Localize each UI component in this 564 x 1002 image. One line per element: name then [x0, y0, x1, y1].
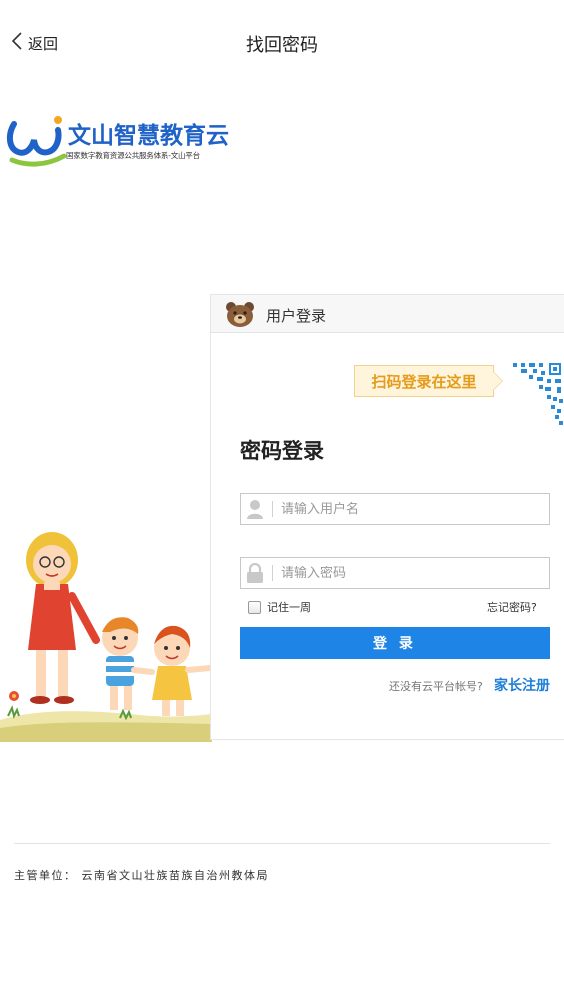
forgot-password-link[interactable]: 忘记密码?	[487, 599, 537, 615]
brand-logo: 文山智慧教育云 国家数字教育资源公共服务体系-文山平台	[6, 112, 229, 172]
password-login-title: 密码登录	[240, 439, 324, 463]
qr-login-tip[interactable]: 扫码登录在这里	[354, 365, 494, 397]
login-panel-header: 用户登录	[211, 295, 564, 333]
footer-divider	[14, 843, 550, 844]
logo-subtitle: 国家数字教育资源公共服务体系-文山平台	[66, 151, 200, 160]
logo-title: 文山智慧教育云	[68, 123, 229, 149]
no-account-text: 还没有云平台帐号?	[389, 680, 483, 693]
field-separator	[272, 565, 273, 581]
field-separator	[272, 501, 273, 517]
username-input[interactable]	[281, 501, 541, 517]
parent-register-link[interactable]: 家长注册	[494, 675, 550, 695]
lock-icon	[242, 558, 268, 588]
remember-me-checkbox[interactable]: 记住一周	[248, 599, 311, 615]
qr-code-icon[interactable]	[495, 361, 564, 431]
remember-me-label: 记住一周	[267, 601, 311, 614]
teacher-children-illustration	[0, 532, 212, 742]
password-field	[240, 557, 550, 589]
login-button[interactable]: 登 录	[240, 627, 550, 659]
logo-mark-icon	[6, 116, 67, 167]
top-bar: 返回 找回密码	[0, 0, 564, 88]
checkbox-box[interactable]	[248, 600, 261, 614]
password-input[interactable]	[281, 565, 541, 581]
login-panel-title: 用户登录	[266, 307, 327, 325]
user-icon	[242, 494, 268, 524]
username-field	[240, 493, 550, 525]
footer-text: 主管单位： 云南省文山壮族苗族自治州教体局	[14, 869, 269, 882]
login-panel: 用户登录 扫码登录在这里 密码登录 请输入用户名 记住一周 忘记密码? 登 录 …	[210, 294, 564, 740]
page-title: 找回密码	[246, 35, 318, 56]
bear-icon	[226, 302, 254, 327]
